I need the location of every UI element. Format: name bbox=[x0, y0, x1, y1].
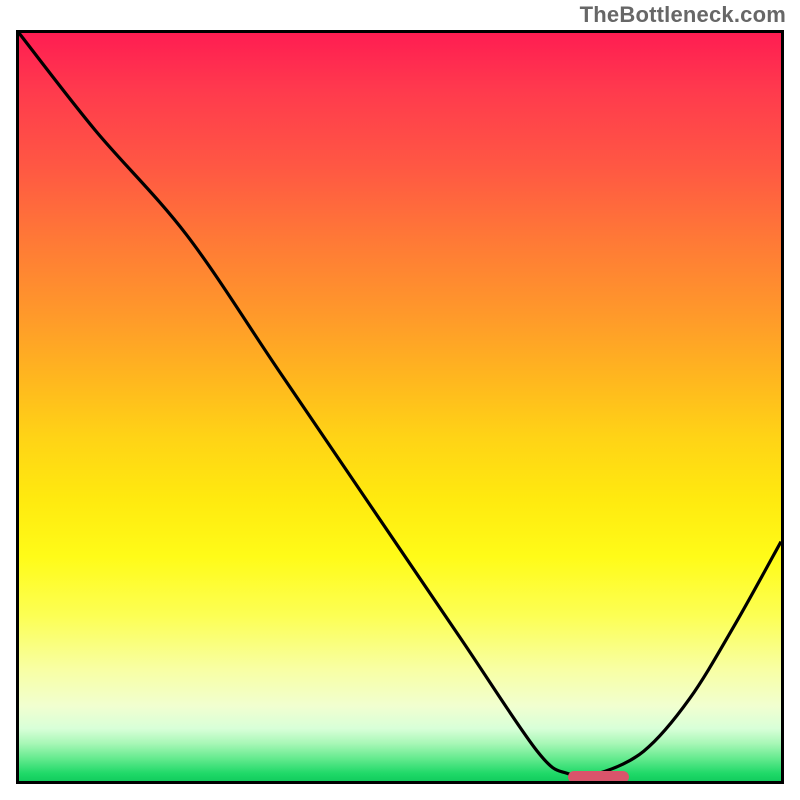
optimal-range-marker bbox=[568, 771, 629, 783]
bottleneck-curve bbox=[19, 33, 781, 781]
curve-path bbox=[19, 33, 781, 776]
watermark-text: TheBottleneck.com bbox=[580, 2, 786, 28]
chart-container bbox=[16, 30, 784, 784]
